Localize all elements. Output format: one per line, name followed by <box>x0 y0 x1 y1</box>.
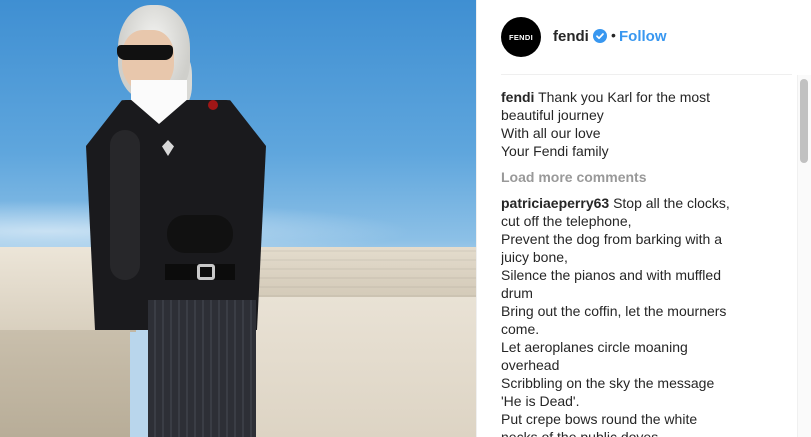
post-photo[interactable] <box>0 0 476 437</box>
header-divider <box>501 74 792 75</box>
comment-line: necks of the public doves, <box>501 429 663 437</box>
comment-item: patriciaeperry63 Stop all the clocks, cu… <box>501 194 773 437</box>
comments-scrollbar-thumb[interactable] <box>800 79 808 163</box>
comment-line: 'He is Dead'. <box>501 393 580 409</box>
figure-gloves <box>167 215 233 253</box>
avatar-logo-text: FENDI <box>509 32 533 42</box>
comment-line: cut off the telephone, <box>501 213 632 229</box>
comment-line: Stop all the clocks, <box>613 195 730 211</box>
comment-line: overhead <box>501 357 560 373</box>
figure-belt-buckle <box>197 264 215 280</box>
load-more-comments-button[interactable]: Load more comments <box>501 168 773 186</box>
caption-line: Thank you Karl for the most <box>538 89 711 105</box>
account-avatar[interactable]: FENDI <box>501 17 541 57</box>
comment-line: Prevent the dog from barking with a <box>501 231 723 247</box>
comment-line: drum <box>501 285 533 301</box>
figure-sunglasses <box>117 45 173 60</box>
post-header: FENDI fendi • Follow <box>477 0 811 75</box>
comment-line: Put crepe bows round the white <box>501 411 698 427</box>
comments-list[interactable]: fendi Thank you Karl for the most beauti… <box>501 88 773 437</box>
caption-comment: fendi Thank you Karl for the most beauti… <box>501 88 773 160</box>
account-username[interactable]: fendi <box>553 28 589 45</box>
figure-pants <box>148 300 256 437</box>
comment-line: Scribbling on the sky the message <box>501 375 715 391</box>
caption-username[interactable]: fendi <box>501 89 534 105</box>
comment-line: come. <box>501 321 540 337</box>
comment-line: Let aeroplanes circle moaning <box>501 339 688 355</box>
caption-line: Your Fendi family <box>501 143 609 159</box>
follow-button[interactable]: Follow <box>619 28 667 45</box>
comment-line: Silence the pianos and with muffled <box>501 267 721 283</box>
post-side-panel: FENDI fendi • Follow fendi Thank you Kar… <box>476 0 811 437</box>
caption-line: beautiful journey <box>501 107 604 123</box>
photo-figure <box>0 0 476 437</box>
verified-badge-icon <box>593 29 607 43</box>
comment-line: juicy bone, <box>501 249 568 265</box>
figure-jacket-shine <box>110 130 140 280</box>
comment-line: Bring out the coffin, let the mourners <box>501 303 727 319</box>
figure-red-pin <box>208 100 218 110</box>
header-separator: • <box>611 27 616 43</box>
comment-username[interactable]: patriciaeperry63 <box>501 195 609 211</box>
caption-line: With all our love <box>501 125 601 141</box>
